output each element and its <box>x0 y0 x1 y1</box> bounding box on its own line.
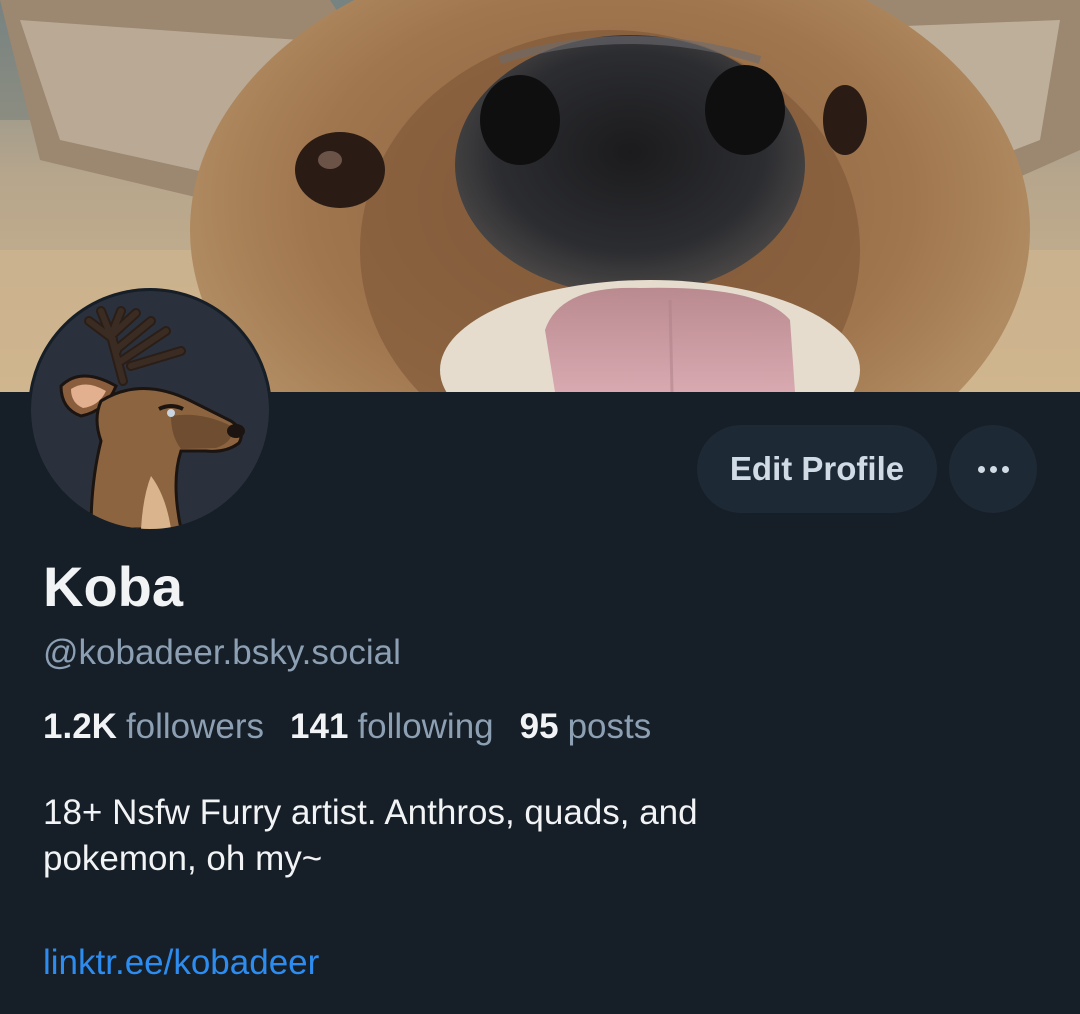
more-options-button[interactable] <box>949 425 1037 513</box>
following-stat[interactable]: 141 following <box>290 704 494 750</box>
following-label: following <box>357 707 494 746</box>
profile-handle[interactable]: @kobadeer.bsky.social <box>43 630 401 676</box>
followers-label: followers <box>125 707 265 746</box>
posts-count: 95 <box>519 707 559 746</box>
followers-stat[interactable]: 1.2K followers <box>43 704 264 750</box>
profile-bio: 18+ Nsfw Furry artist. Anthros, quads, a… <box>43 790 1023 882</box>
bio-line: 18+ Nsfw Furry artist. Anthros, quads, a… <box>43 793 698 832</box>
profile-link[interactable]: linktr.ee/kobadeer <box>43 940 319 986</box>
following-count: 141 <box>290 707 349 746</box>
edit-profile-button[interactable]: Edit Profile <box>697 425 937 513</box>
bio-line: pokemon, oh my~ <box>43 839 323 878</box>
posts-label: posts <box>567 707 652 746</box>
posts-stat: 95 posts <box>520 704 652 750</box>
followers-count: 1.2K <box>43 707 117 746</box>
avatar-image <box>31 291 269 529</box>
avatar[interactable] <box>28 288 272 532</box>
ellipsis-icon <box>977 465 1009 473</box>
display-name: Koba <box>43 555 183 618</box>
profile-stats: 1.2K followers 141 following 95 posts <box>43 704 651 750</box>
